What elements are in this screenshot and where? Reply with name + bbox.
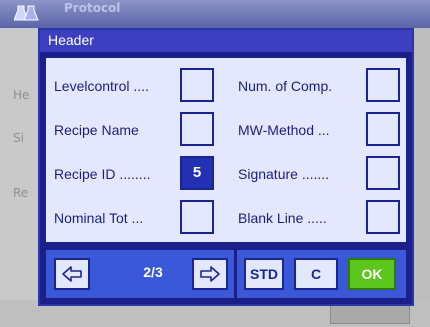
arrow-left-icon: [62, 266, 82, 282]
std-button[interactable]: STD: [244, 258, 284, 290]
signature-checkbox[interactable]: [366, 156, 400, 190]
recipe-name-checkbox[interactable]: [180, 112, 214, 146]
num-of-comp-label: Num. of Comp.: [238, 78, 333, 94]
levelcontrol-label: Levelcontrol ....: [54, 78, 149, 94]
clear-button[interactable]: C: [294, 258, 338, 290]
blank-line-label: Blank Line .....: [238, 210, 327, 226]
background-label: He: [13, 88, 30, 102]
num-of-comp-checkbox[interactable]: [366, 68, 400, 102]
levelcontrol-checkbox[interactable]: [180, 68, 214, 102]
dialog-body: Levelcontrol .... Recipe Name Recipe ID …: [46, 58, 406, 242]
background-label: Si: [13, 131, 24, 145]
mw-method-label: MW-Method ...: [238, 122, 330, 138]
ok-button[interactable]: OK: [348, 258, 396, 290]
dialog-title: Header: [48, 32, 94, 48]
header-dialog: Header Levelcontrol .... Recipe Name Rec…: [38, 28, 414, 306]
recipe-id-checkbox[interactable]: 5: [180, 156, 214, 190]
flask-icon: [14, 5, 39, 21]
background-strip: [412, 28, 430, 327]
background-button: [330, 304, 410, 324]
signature-label: Signature .......: [238, 166, 330, 182]
footer-divider: [234, 250, 237, 298]
arrow-right-icon: [200, 266, 220, 282]
recipe-id-label: Recipe ID ........: [54, 166, 151, 182]
recipe-name-label: Recipe Name: [54, 122, 139, 138]
nominal-tot-checkbox[interactable]: [180, 200, 214, 234]
background-title: Protocol: [64, 1, 121, 15]
dialog-header: Header: [40, 30, 412, 52]
previous-page-button[interactable]: [54, 258, 90, 290]
next-page-button[interactable]: [192, 258, 228, 290]
page-indicator: 2/3: [143, 264, 163, 280]
background-label: Re: [13, 186, 29, 200]
nominal-tot-label: Nominal Tot ...: [54, 210, 144, 226]
blank-line-checkbox[interactable]: [366, 200, 400, 234]
mw-method-checkbox[interactable]: [366, 112, 400, 146]
dialog-footer: 2/3 STD C OK: [46, 250, 406, 298]
recipe-id-value: 5: [192, 164, 202, 181]
